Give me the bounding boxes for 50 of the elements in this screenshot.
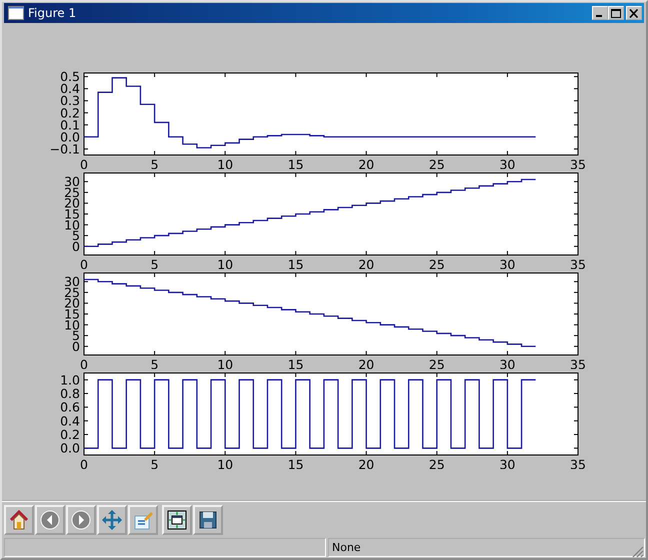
tick-label: 15 [288, 257, 304, 269]
tick-label: 15 [288, 357, 304, 369]
tick-label: 0.8 [60, 386, 80, 401]
tick-label: 5 [150, 457, 159, 469]
tick-label: 25 [428, 457, 445, 469]
tick-label: 10 [217, 157, 234, 169]
tick-label: 0.2 [60, 427, 80, 442]
tick-label: 20 [358, 257, 374, 269]
tick-label: 25 [428, 357, 445, 369]
window-icon [8, 6, 24, 20]
tick-label: 0.0 [60, 440, 80, 456]
tick-label: 10 [217, 457, 234, 469]
resize-grip-icon[interactable] [632, 546, 644, 558]
tick-label: 0 [80, 457, 88, 469]
tick-label: 0 [80, 257, 88, 269]
tick-label: 20 [358, 157, 374, 169]
tick-label: 1.0 [60, 372, 80, 388]
maximize-icon [611, 8, 621, 18]
tick-label: 0 [80, 357, 88, 369]
tick-label: 5 [150, 257, 159, 269]
tick-label: 20 [358, 357, 374, 369]
tick-label: 5 [150, 157, 159, 169]
tick-label: 15 [288, 157, 304, 169]
close-button[interactable] [626, 6, 642, 20]
tick-label: 0 [72, 238, 80, 254]
tick-label: 0.6 [60, 400, 80, 415]
tick-label: 0 [80, 157, 88, 169]
tick-label: 30 [499, 457, 516, 469]
tick-label: 0 [72, 338, 80, 354]
tick-label: 30 [499, 357, 516, 369]
tick-label: 5 [150, 357, 159, 369]
tick-label: 15 [288, 457, 304, 469]
minimize-button[interactable] [592, 6, 608, 20]
tick-label: 35 [570, 357, 586, 369]
close-icon [629, 8, 639, 18]
tick-label: 20 [358, 457, 374, 469]
tick-label: 30 [499, 157, 516, 169]
tick-label: 30 [499, 257, 516, 269]
tick-label: 10 [217, 257, 234, 269]
tick-label: 0.4 [60, 413, 80, 428]
minimize-icon [596, 15, 602, 17]
tick-label: 25 [428, 157, 445, 169]
maximize-button[interactable] [608, 6, 624, 20]
tick-label: 35 [570, 457, 586, 469]
tick-label: 10 [217, 357, 234, 369]
window-title: Figure 1 [28, 6, 78, 20]
tick-label: 35 [570, 157, 586, 169]
tick-label: 35 [570, 257, 586, 269]
tick-label: 25 [428, 257, 445, 269]
status-text: None [332, 541, 361, 554]
